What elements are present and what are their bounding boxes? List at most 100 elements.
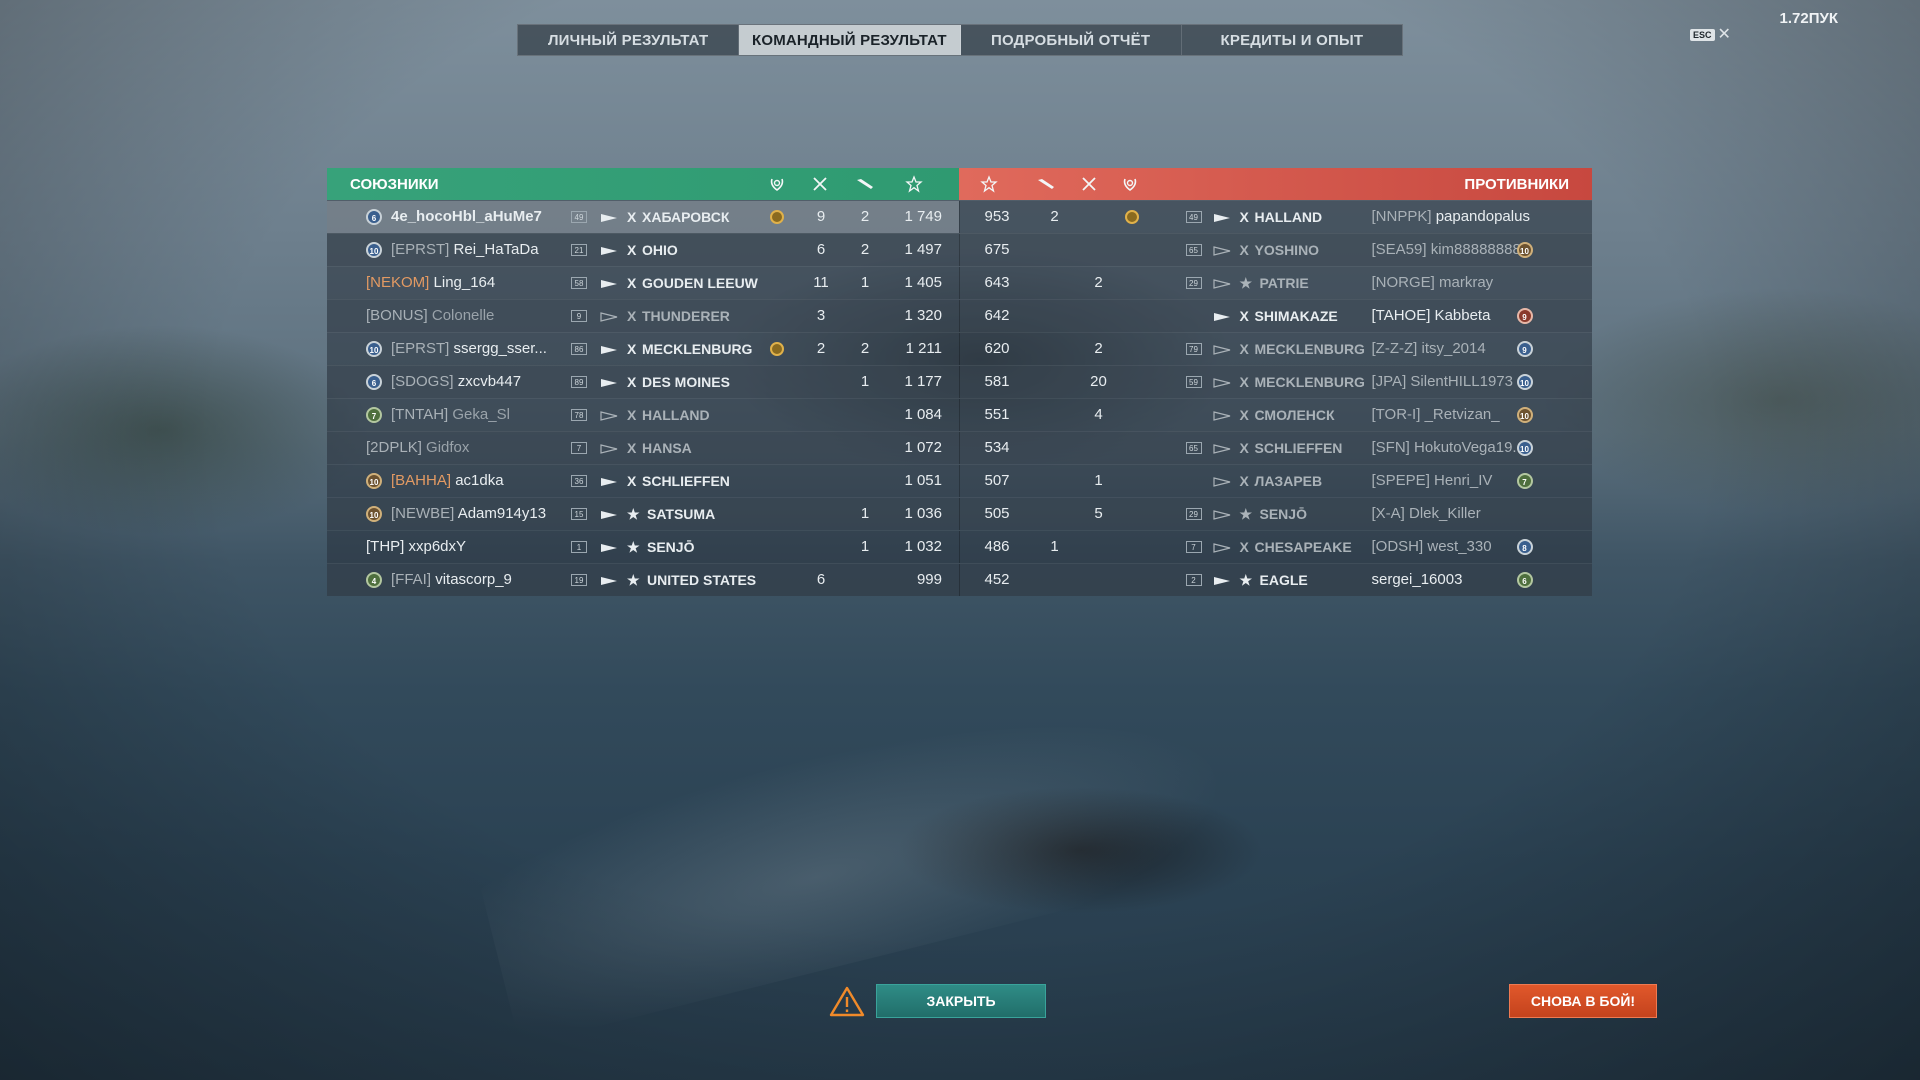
- enemy-row[interactable]: 643 2 29 ★ PATRIE [NORGE] markray: [958, 267, 1593, 299]
- service-level-badge: 36: [571, 475, 587, 487]
- ally-row[interactable]: 10 [EPRST] ssergg_sser... 86 X MECKLENBURG 2 2…: [327, 333, 959, 365]
- close-icon: ✕: [1717, 26, 1731, 43]
- table-row: 6 4e_hocoHbl_aHuMe7 49 X ХАБАРОВСК 9 2 1 749 953…: [327, 200, 1592, 233]
- esc-close-button[interactable]: ESC ✕: [1690, 27, 1731, 43]
- ally-row[interactable]: 10 [BAHHA] ac1dka 36 X SCHLIEFFEN 1 051: [327, 465, 959, 497]
- ship-tier: X: [1239, 209, 1249, 225]
- ship-name: GOUDEN LEEUW: [642, 275, 758, 291]
- ship-tier: X: [627, 242, 637, 258]
- ship-tier: X: [1239, 308, 1249, 324]
- ship-name: MECKLENBURG: [1254, 374, 1365, 390]
- ally-row[interactable]: 7 [TNTAH] Geka_Sl 78 X HALLAND 1 084: [327, 399, 959, 431]
- service-level-badge: 7: [571, 442, 587, 454]
- player-name: [EPRST] Rei_HaTaDa: [391, 234, 539, 266]
- service-level-badge: 9: [571, 310, 587, 322]
- ship-tier: ★: [627, 539, 640, 555]
- ship-tier: X: [1239, 539, 1249, 555]
- ship-class-icon: [600, 409, 618, 421]
- player-name: [SPEPE] Henri_IV: [1372, 465, 1493, 497]
- ally-row[interactable]: [2DPLK] Gidfox 7 X HANSA 1 072: [327, 432, 959, 464]
- scoreboard-rows: 6 4e_hocoHbl_aHuMe7 49 X ХАБАРОВСК 9 2 1 749 953…: [327, 200, 1592, 596]
- player-name: [SFN] HokutoVega19...: [1372, 432, 1525, 464]
- planes-count: [1040, 333, 1070, 365]
- battle-again-button[interactable]: СНОВА В БОЙ!: [1509, 984, 1657, 1018]
- ally-row[interactable]: 10 [NEWBE] Adam914y13 15 ★ SATSUMA 1 1 036: [327, 498, 959, 530]
- player-name: [SDOGS] zxcvb447: [391, 366, 521, 398]
- player-nickname: markray: [1439, 274, 1494, 291]
- service-level-badge: 7: [1185, 541, 1202, 553]
- kills-count: 11: [813, 274, 829, 291]
- ally-row[interactable]: 6 4e_hocoHbl_aHuMe7 49 X ХАБАРОВСК 9 2 1 749: [327, 201, 959, 233]
- table-row: 4 [FFAI] vitascorp_9 19 ★ UNITED STATES 6 999 4…: [327, 563, 1592, 596]
- enemy-row[interactable]: 505 5 29 ★ SENJŌ [X-A] Dlek_Killer: [958, 498, 1593, 530]
- planes-count: [1040, 465, 1070, 497]
- enemy-row[interactable]: 507 1 X ЛАЗАРЕВ [SPEPE] Henri_IV 7: [958, 465, 1593, 497]
- player-nickname: papandopalus: [1435, 208, 1530, 225]
- player-nickname: ssergg_sser...: [453, 340, 547, 357]
- ship-name: CHESAPEAKE: [1254, 539, 1352, 555]
- crossed-swords-icon: [811, 175, 829, 193]
- service-level-badge: 59: [1185, 376, 1202, 388]
- service-level-badge: 89: [571, 376, 587, 388]
- kills-count: 3: [816, 307, 826, 324]
- clan-tag: [2DPLK]: [366, 439, 422, 456]
- star-icon: [905, 175, 923, 193]
- enemy-row[interactable]: 486 1 7 X CHESAPEAKE [ODSH] west_330 8: [958, 531, 1593, 563]
- kills-count: 20: [1090, 373, 1107, 390]
- service-level-badge: 19: [571, 574, 587, 586]
- warning-icon[interactable]: [829, 985, 865, 1017]
- base-xp-score: 1 032: [904, 538, 942, 555]
- ship-name: SENJŌ: [647, 539, 695, 555]
- base-xp-score: 620: [984, 340, 1010, 357]
- planes-count: [1040, 267, 1070, 299]
- ship-class-icon: [1212, 277, 1231, 289]
- ally-row[interactable]: 4 [FFAI] vitascorp_9 19 ★ UNITED STATES 6 999: [327, 564, 959, 596]
- base-xp-score: 642: [984, 307, 1010, 324]
- tab-credits-xp[interactable]: КРЕДИТЫ И ОПЫТ: [1182, 25, 1402, 55]
- close-button[interactable]: ЗАКРЫТЬ: [876, 984, 1046, 1018]
- player-nickname: HokutoVega19...: [1414, 439, 1525, 456]
- enemy-row[interactable]: 452 2 ★ EAGLE sergei_16003 6: [958, 564, 1593, 596]
- ally-row[interactable]: [BONUS] Colonelle 9 X THUNDERER 3 1 320: [327, 300, 959, 332]
- table-row: [THP] xxp6dxY 1 ★ SENJŌ 1 1 032 486 1 7 X CHESAPEA…: [327, 530, 1592, 563]
- enemy-row[interactable]: 620 2 79 X MECKLENBURG [Z-Z-Z] itsy_2014 9: [958, 333, 1593, 365]
- ship-tier: X: [1239, 341, 1249, 357]
- ship-tier: X: [1239, 473, 1249, 489]
- ally-row[interactable]: [NEKOM] Ling_164 58 X GOUDEN LEEUW 11 1 1 405: [327, 267, 959, 299]
- player-name: [SEA59] kim88888888: [1372, 234, 1521, 266]
- ship-class-icon: [600, 541, 618, 553]
- laurel-icon: [770, 210, 784, 224]
- tab-team-result[interactable]: КОМАНДНЫЙ РЕЗУЛЬТАТ: [739, 25, 961, 55]
- tab-detailed-report[interactable]: ПОДРОБНЫЙ ОТЧЁТ: [961, 25, 1182, 55]
- ship-class-icon: [1212, 508, 1231, 520]
- ship-name: SCHLIEFFEN: [1254, 440, 1343, 456]
- planes-count: [1040, 300, 1070, 332]
- kills-count: [1084, 531, 1114, 563]
- ship-tier: X: [627, 374, 637, 390]
- rank-badge-icon: 9: [1516, 308, 1533, 324]
- enemy-row[interactable]: 953 2 49 X HALLAND [NNPPK] papandopalus: [958, 201, 1593, 233]
- ally-row[interactable]: 10 [EPRST] Rei_HaTaDa 21 X OHIO 6 2 1 497: [327, 234, 959, 266]
- kills-count: [1084, 432, 1114, 464]
- enemy-row[interactable]: 551 4 X СМОЛЕНСК [TOR-I] _Retvizan_ 10: [958, 399, 1593, 431]
- enemies-title: ПРОТИВНИКИ: [1464, 176, 1569, 193]
- player-nickname: Rei_HaTaDa: [453, 241, 539, 258]
- ship-tier: ★: [1239, 275, 1253, 291]
- clan-tag: [JPA]: [1371, 373, 1407, 390]
- player-name: [NORGE] markray: [1372, 267, 1494, 299]
- tab-personal-result[interactable]: ЛИЧНЫЙ РЕЗУЛЬТАТ: [518, 25, 740, 55]
- player-nickname: sergei_16003: [1371, 571, 1463, 588]
- service-level-badge: 65: [1185, 244, 1202, 256]
- kills-count: [1084, 300, 1114, 332]
- kills-count: [806, 465, 836, 497]
- enemy-row[interactable]: 581 20 59 X MECKLENBURG [JPA] SilentHILL1973 1…: [958, 366, 1593, 398]
- enemy-row[interactable]: 675 65 X YOSHINO [SEA59] kim88888888 10: [958, 234, 1593, 266]
- result-tabs: ЛИЧНЫЙ РЕЗУЛЬТАТ КОМАНДНЫЙ РЕЗУЛЬТАТ ПОД…: [517, 24, 1403, 56]
- enemy-row[interactable]: 642 X SHIMAKAZE [TAHOE] Kabbeta 9: [958, 300, 1593, 332]
- ship-tier: X: [627, 308, 637, 324]
- ally-row[interactable]: [THP] xxp6dxY 1 ★ SENJŌ 1 1 032: [327, 531, 959, 563]
- rank-badge-icon: 7: [1516, 473, 1533, 489]
- kills-count: 6: [816, 571, 826, 588]
- enemy-row[interactable]: 534 65 X SCHLIEFFEN [SFN] HokutoVega19... 10: [958, 432, 1593, 464]
- ally-row[interactable]: 6 [SDOGS] zxcvb447 89 X DES MOINES 1 1 177: [327, 366, 959, 398]
